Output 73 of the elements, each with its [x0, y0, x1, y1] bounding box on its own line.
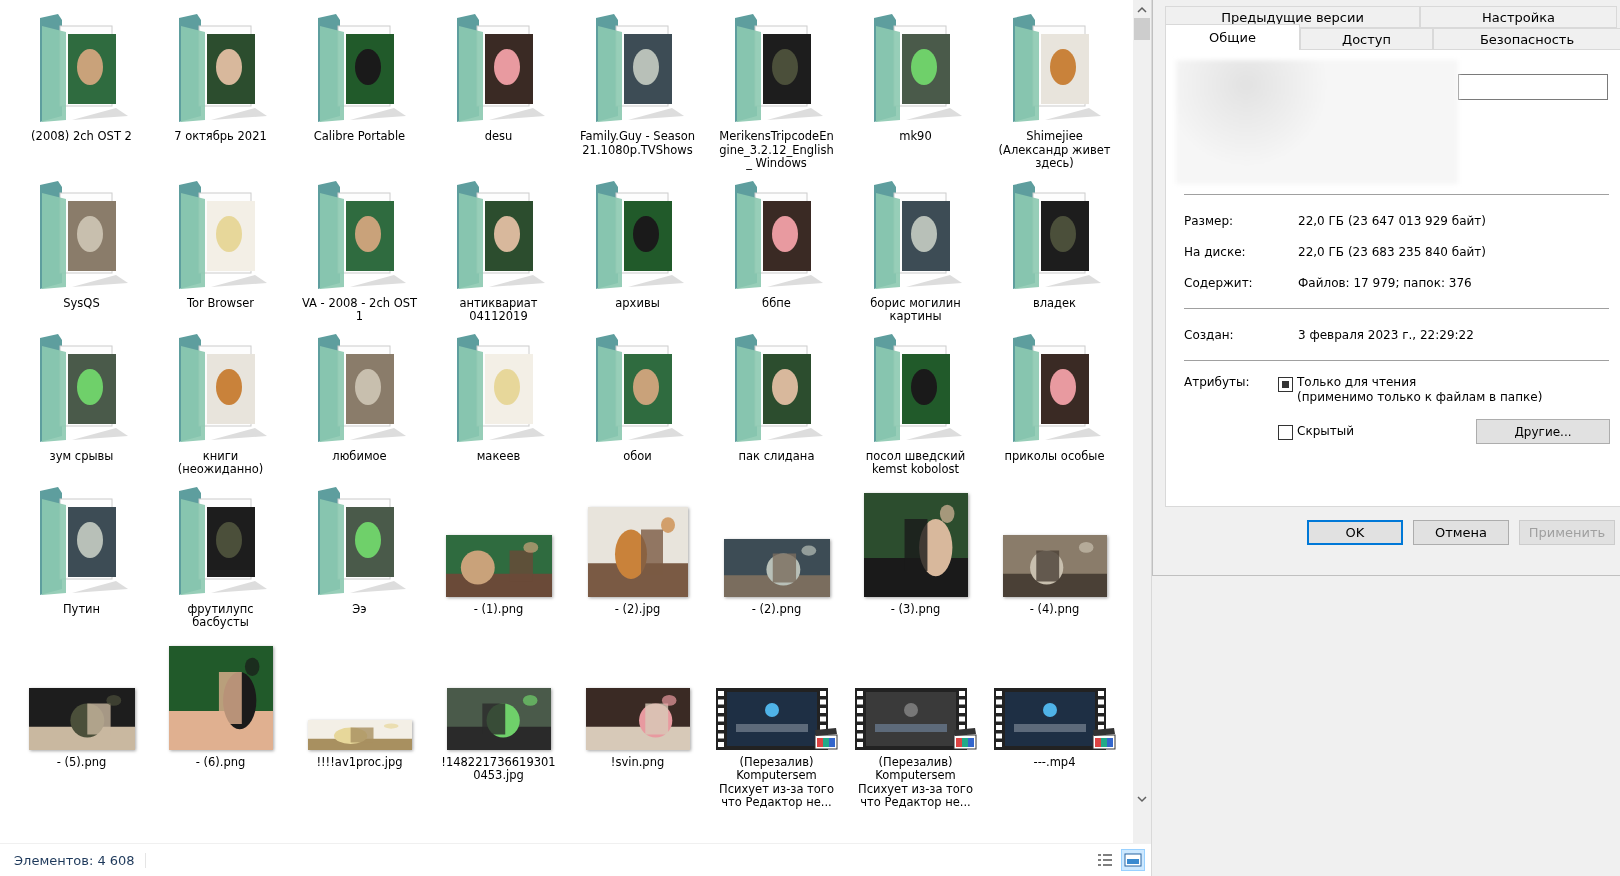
file-name[interactable]: Путин — [23, 602, 140, 630]
checkbox-label: Только для чтения — [1297, 375, 1418, 390]
file-name[interactable]: Family.Guy - Season 21.1080p.TVShows — [579, 130, 696, 157]
file-name[interactable]: архивы — [579, 296, 696, 324]
name-field[interactable] — [1458, 74, 1608, 100]
file-name[interactable]: MerikensTripcodeEngine_3.2.12_English_ Windows — [718, 130, 835, 171]
clapperboard-icon — [952, 727, 977, 750]
dialog-button[interactable]: OK — [1307, 520, 1403, 545]
dialog-button[interactable]: Отмена — [1413, 520, 1509, 545]
image-icon — [1124, 853, 1142, 867]
property-value: 22,0 ГБ (23 647 013 929 байт) — [1298, 213, 1487, 228]
tab[interactable]: Общие — [1165, 24, 1300, 50]
file-name[interactable]: ---.mp4 — [996, 755, 1113, 783]
file-name[interactable]: книги (неожиданно) — [162, 449, 279, 477]
file-name[interactable]: - (4).png — [996, 602, 1113, 630]
item-count: Элементов: 4 608 — [14, 852, 146, 868]
property-value: Файлов: 17 979; папок: 376 — [1298, 275, 1472, 290]
tab[interactable]: Настройка — [1420, 6, 1617, 28]
clapperboard-icon — [1091, 727, 1116, 750]
tab[interactable]: Предыдущие версии — [1165, 6, 1420, 28]
property-value: 22,0 ГБ (23 683 235 840 байт) — [1298, 244, 1487, 259]
property-label: На диске: — [1184, 244, 1247, 259]
more-button[interactable]: Другие... — [1476, 419, 1610, 444]
file-name[interactable]: - (2).png — [718, 602, 835, 630]
checkbox-note: (применимо только к файлам в папке) — [1297, 390, 1543, 405]
file-name[interactable]: 7 октябрь 2021 — [162, 130, 279, 157]
file-name[interactable]: владек — [996, 296, 1113, 324]
file-name[interactable]: Ээ — [301, 602, 418, 630]
large-icons-view-button[interactable] — [1121, 849, 1145, 871]
clapperboard-icon — [813, 727, 838, 750]
file-name[interactable]: SysQS — [23, 296, 140, 324]
file-name[interactable]: - (5).png — [23, 755, 140, 783]
file-name[interactable]: посол шведский kemst kobolost — [857, 449, 974, 477]
file-name[interactable]: !svin.png — [579, 755, 696, 783]
list-icon — [1097, 853, 1113, 867]
scrollbar-thumb[interactable] — [1134, 18, 1150, 40]
file-name[interactable]: - (2).jpg — [579, 602, 696, 630]
tab[interactable]: Безопасность — [1433, 28, 1620, 50]
file-name[interactable]: - (3).png — [857, 602, 974, 630]
property-label: Создан: — [1184, 327, 1235, 342]
file-name[interactable]: Tor Browser — [162, 296, 279, 324]
scroll-up-icon[interactable] — [1137, 6, 1147, 14]
file-name[interactable]: - (6).png — [162, 755, 279, 783]
property-label: Содержит: — [1184, 275, 1254, 290]
file-name[interactable]: борис могилин картины — [857, 296, 974, 324]
property-label: Атрибуты: — [1184, 375, 1251, 391]
file-name[interactable]: макеев — [440, 449, 557, 477]
file-name[interactable]: Calibre Portable — [301, 130, 418, 157]
file-name[interactable]: (2008) 2ch OST 2 — [23, 130, 140, 157]
file-name[interactable]: обои — [579, 449, 696, 477]
file-name[interactable]: VA - 2008 - 2ch OST 1 — [301, 296, 418, 324]
file-name[interactable]: - (1).png — [440, 602, 557, 630]
file-name[interactable]: Shimejiee (Александр живет здесь) — [996, 130, 1113, 171]
file-name[interactable]: desu — [440, 130, 557, 157]
file-name[interactable]: !!!!av1proc.jpg — [301, 755, 418, 783]
file-name[interactable]: пак слидана — [718, 449, 835, 477]
file-name[interactable]: антиквариат 04112019 — [440, 296, 557, 324]
checkbox[interactable] — [1278, 425, 1293, 440]
file-name[interactable]: (Перезалив) Komputersem Психует из-за того что Редактор не... — [718, 755, 835, 810]
tab[interactable]: Доступ — [1300, 28, 1433, 50]
checkbox[interactable] — [1278, 377, 1293, 392]
file-name[interactable]: ббпе — [718, 296, 835, 324]
file-name[interactable]: приколы особые — [996, 449, 1113, 477]
file-name[interactable]: фрутилупс басбусты — [162, 602, 279, 630]
file-name[interactable]: mk90 — [857, 130, 974, 157]
property-value: 3 февраля 2023 г., 22:29:22 — [1298, 327, 1474, 342]
file-name[interactable]: любимое — [301, 449, 418, 477]
checkbox-label: Скрытый — [1297, 424, 1354, 439]
file-name[interactable]: зум срывы — [23, 449, 140, 477]
property-label: Размер: — [1184, 213, 1235, 228]
file-name[interactable]: (Перезалив) Komputersem Психует из-за того что Редактор не... — [857, 755, 974, 810]
scroll-down-icon[interactable] — [1137, 795, 1147, 803]
file-name[interactable]: !1482217366193010453.jpg — [440, 755, 557, 783]
